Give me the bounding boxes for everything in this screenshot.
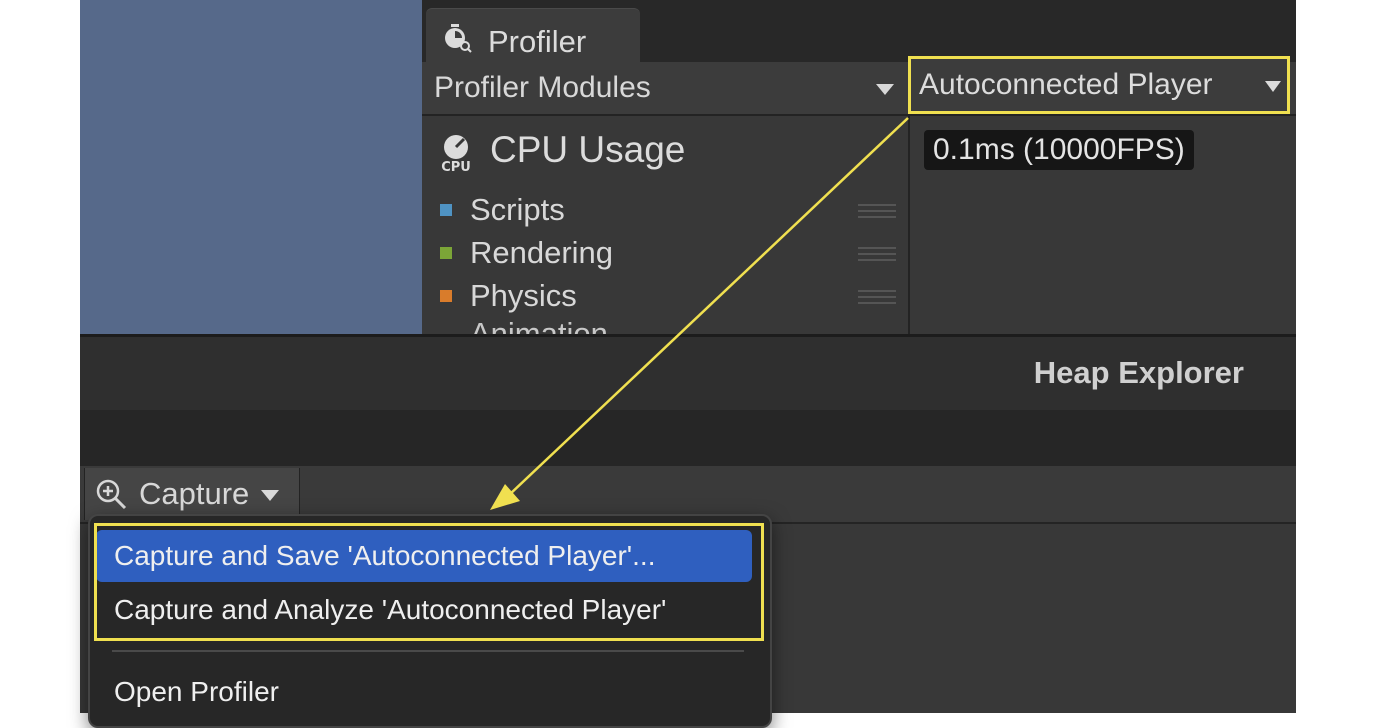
profiler-modules-dropdown[interactable]: Profiler Modules	[434, 70, 651, 106]
profiler-titlebar: Profiler	[422, 0, 1296, 63]
menu-item-open-profiler[interactable]: Open Profiler	[96, 666, 752, 718]
drag-handle-icon[interactable]	[858, 247, 896, 261]
legend-label: Rendering	[470, 235, 614, 270]
capture-button[interactable]: Capture	[84, 468, 300, 520]
zoom-in-icon	[96, 479, 127, 510]
chevron-down-icon	[1265, 81, 1281, 92]
stopwatch-icon	[445, 24, 472, 53]
scene-view	[80, 0, 422, 334]
target-player-dropdown[interactable]: Autoconnected Player	[908, 56, 1290, 114]
heap-explorer-titlebar: Heap Explorer	[80, 337, 1296, 410]
tab-profiler[interactable]: Profiler	[426, 8, 640, 63]
capture-dropdown-menu: Capture and Save 'Autoconnected Player'.…	[88, 514, 772, 728]
menu-item-label: Open Profiler	[114, 676, 279, 707]
physics-color-swatch	[440, 290, 452, 302]
highlight-annotation-box	[94, 523, 764, 641]
scripts-color-swatch	[440, 204, 452, 216]
cpu-usage-module[interactable]: CPU CPU Usage Scripts Rendering Physics …	[422, 116, 910, 334]
frame-time-badge: 0.1ms (10000FPS)	[924, 130, 1194, 170]
capture-button-label: Capture	[139, 476, 250, 511]
target-player-label: Autoconnected Player	[919, 68, 1213, 101]
cpu-usage-title: CPU Usage	[490, 129, 686, 170]
cpu-gauge-icon: CPU	[441, 135, 471, 172]
drag-handle-icon[interactable]	[858, 204, 896, 218]
legend-item-animation[interactable]: Animation	[470, 314, 608, 334]
svg-text:CPU: CPU	[441, 160, 471, 172]
chevron-down-icon[interactable]	[876, 84, 894, 95]
menu-separator	[112, 650, 744, 652]
legend-label: Physics	[470, 278, 577, 313]
profiler-tab-label: Profiler	[488, 24, 587, 59]
heap-explorer-title: Heap Explorer	[1033, 355, 1244, 390]
rendering-color-swatch	[440, 247, 452, 259]
profiler-toolbar: Profiler Modules Autoconnected Player	[422, 56, 1296, 116]
profiler-window: Profiler Profiler Modules Autoconnected …	[422, 0, 1296, 334]
drag-handle-icon[interactable]	[858, 290, 896, 304]
cpu-graph-area[interactable]: 0.1ms (10000FPS)	[910, 116, 1296, 334]
chevron-down-icon	[261, 490, 279, 501]
heap-explorer-tab-strip	[80, 410, 1296, 466]
legend-label: Scripts	[470, 192, 565, 227]
